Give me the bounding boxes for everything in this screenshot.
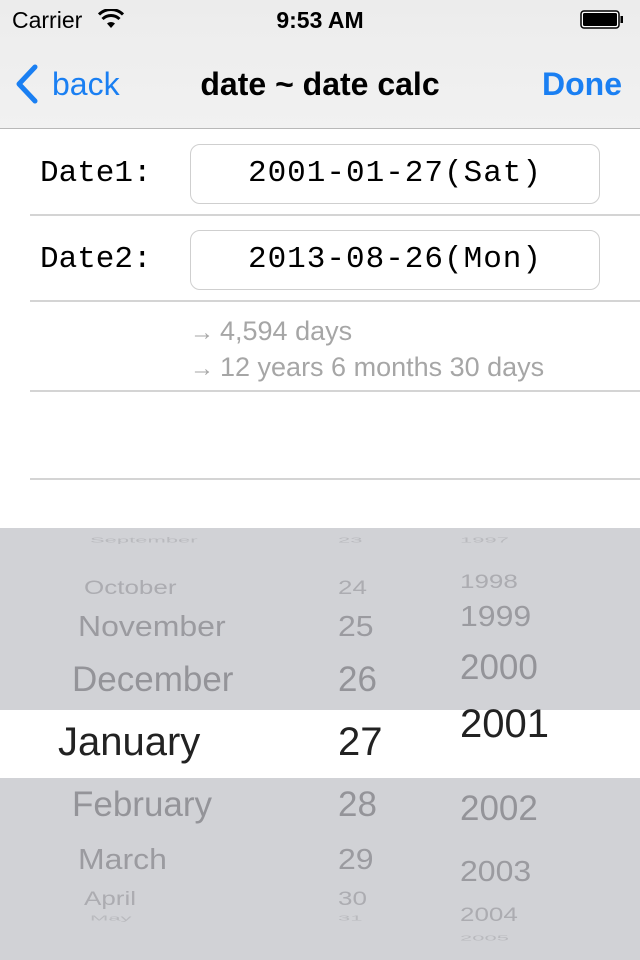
picker-year-item[interactable]: 2001 [460, 702, 549, 747]
picker-month-item[interactable]: January [58, 720, 200, 765]
date1-label: Date1: [40, 156, 152, 191]
arrow-right-icon: → [190, 355, 214, 382]
done-button[interactable]: Done [542, 66, 622, 103]
status-bar: Carrier 9:53 AM [0, 0, 640, 40]
picker-year-item[interactable]: 1998 [460, 570, 518, 593]
result-days: → 4,594 days [190, 316, 352, 347]
result-row: → 4,594 days → 12 years 6 months 30 days [30, 302, 640, 392]
picker-year-item[interactable]: 1999 [460, 600, 531, 633]
result-days-text: 4,594 days [220, 316, 353, 346]
date1-row: Date1: 2001-01-27(Sat) [30, 130, 640, 216]
picker-year-item[interactable]: 2002 [460, 789, 538, 829]
picker-year-item[interactable]: 2003 [460, 855, 531, 888]
clock: 9:53 AM [276, 7, 364, 33]
date2-field[interactable]: 2013-08-26(Mon) [190, 230, 600, 290]
picker-month-wheel[interactable]: September October November December January F… [0, 528, 300, 960]
picker-month-item[interactable]: March [78, 843, 167, 876]
picker-month-item[interactable]: October [84, 576, 177, 599]
arrow-right-icon: → [190, 319, 214, 346]
picker-year-item[interactable]: 2000 [460, 648, 538, 688]
picker-day-item[interactable]: 25 [338, 610, 374, 643]
picker-day-item[interactable]: 24 [338, 576, 367, 599]
date-picker[interactable]: September October November December January F… [0, 528, 640, 960]
date2-label: Date2: [40, 242, 152, 277]
picker-day-item[interactable]: 23 [338, 535, 362, 544]
picker-day-item[interactable]: 31 [338, 913, 362, 922]
picker-year-wheel[interactable]: 1997 1998 1999 2000 2001 2002 2003 2004 2005 [420, 528, 600, 960]
result-ymd-text: 12 years 6 months 30 days [220, 352, 545, 382]
picker-month-item[interactable]: February [72, 785, 212, 825]
picker-year-item[interactable]: 1997 [460, 535, 509, 544]
picker-day-item[interactable]: 30 [338, 887, 367, 910]
battery-full-icon [580, 10, 623, 29]
picker-day-item[interactable]: 28 [338, 785, 377, 825]
picker-year-item[interactable]: 2004 [460, 903, 518, 926]
result-ymd: → 12 years 6 months 30 days [190, 352, 544, 383]
picker-day-item[interactable]: 29 [338, 843, 374, 876]
picker-month-item[interactable]: April [84, 887, 136, 910]
picker-month-item[interactable]: December [72, 660, 233, 700]
header: Carrier 9:53 AM back date ~ date calc Do… [0, 0, 640, 129]
picker-day-wheel[interactable]: 23 24 25 26 27 28 29 30 31 [300, 528, 420, 960]
picker-month-item[interactable]: September [90, 535, 198, 544]
navigation-bar: back date ~ date calc Done [0, 40, 640, 128]
picker-day-item[interactable]: 27 [338, 720, 383, 765]
date1-field[interactable]: 2001-01-27(Sat) [190, 144, 600, 204]
picker-day-item[interactable]: 26 [338, 660, 377, 700]
picker-month-item[interactable]: November [78, 610, 226, 643]
empty-row [30, 392, 640, 480]
picker-year-item[interactable]: 2005 [460, 933, 509, 942]
picker-month-item[interactable]: May [90, 913, 132, 922]
date2-row: Date2: 2013-08-26(Mon) [30, 216, 640, 302]
